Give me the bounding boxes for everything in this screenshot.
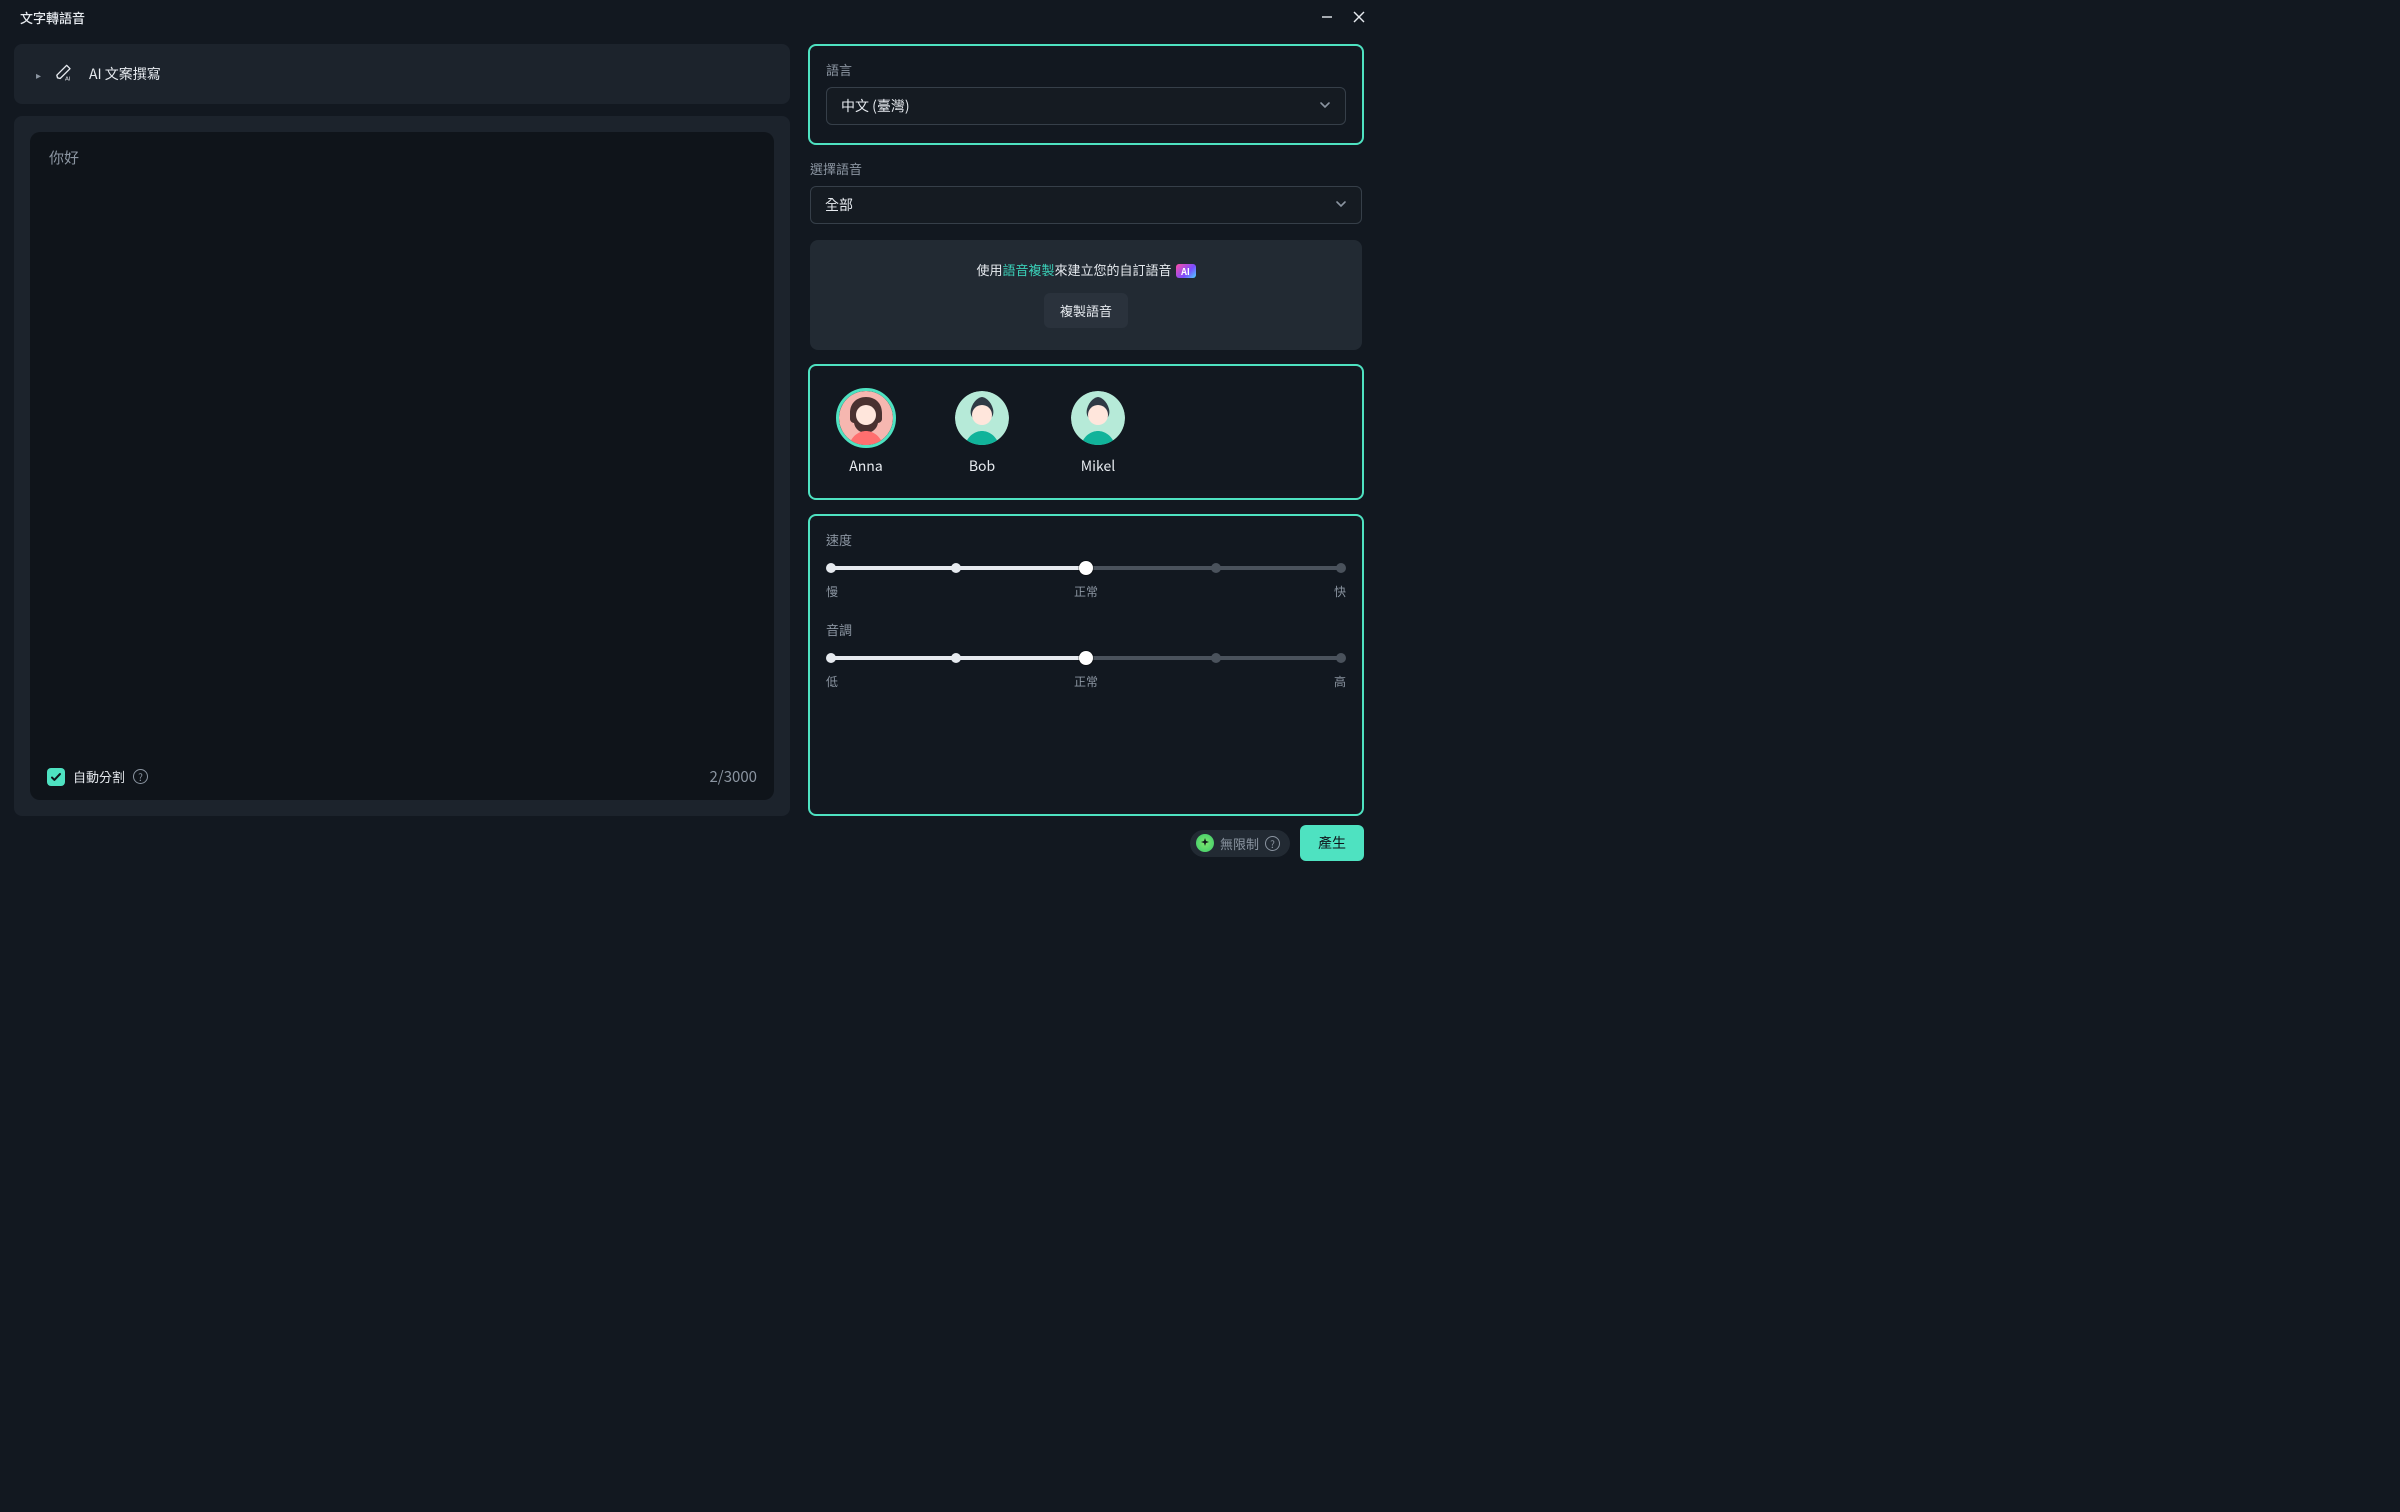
- help-icon[interactable]: ?: [1265, 836, 1280, 851]
- window-title: 文字轉語音: [20, 8, 85, 27]
- language-group: 語言 中文 (臺灣): [808, 44, 1364, 145]
- generate-button[interactable]: 產生: [1300, 825, 1364, 861]
- svg-text:AI: AI: [65, 76, 71, 82]
- speed-mid: 正常: [1074, 583, 1098, 600]
- voice-clone-link[interactable]: 語音複製: [1002, 260, 1054, 279]
- pitch-max: 高: [1334, 673, 1346, 690]
- pen-ai-icon: AI: [55, 62, 75, 87]
- avatar: [839, 391, 893, 445]
- ai-badge: AI: [1176, 264, 1196, 278]
- pitch-mid: 正常: [1074, 673, 1098, 690]
- voice-filter-select[interactable]: 全部: [810, 186, 1362, 224]
- unlimited-label: 無限制: [1220, 834, 1259, 853]
- language-select[interactable]: 中文 (臺灣): [826, 87, 1346, 125]
- voice-name: Anna: [849, 456, 882, 476]
- star-icon: [1196, 834, 1214, 852]
- speed-min: 慢: [826, 583, 838, 600]
- text-input-panel: 自動分割 ? 2/3000: [14, 116, 790, 816]
- speed-slider[interactable]: [826, 557, 1346, 579]
- ai-copywriting-label: AI 文案撰寫: [89, 64, 161, 84]
- voice-filter-label: 選擇語音: [810, 159, 1362, 178]
- chevron-down-icon: [1335, 195, 1347, 215]
- speed-label: 速度: [826, 530, 1346, 549]
- speed-max: 快: [1334, 583, 1346, 600]
- voice-filter-group: 選擇語音 全部 使用語音複製來建立您的自訂語音AI 複製語音: [808, 159, 1364, 350]
- pitch-label: 音調: [826, 620, 1346, 639]
- voice-list-group: Anna Bob: [808, 364, 1364, 500]
- expand-icon: ▸: [36, 67, 41, 82]
- pitch-min: 低: [826, 673, 838, 690]
- voice-clone-box: 使用語音複製來建立您的自訂語音AI 複製語音: [810, 240, 1362, 350]
- close-button[interactable]: [1352, 10, 1366, 24]
- char-count: 2/3000: [709, 766, 757, 787]
- voice-filter-value: 全部: [825, 195, 853, 215]
- language-value: 中文 (臺灣): [841, 96, 910, 116]
- avatar: [1071, 391, 1125, 445]
- minimize-button[interactable]: [1320, 10, 1334, 24]
- voice-clone-text: 使用語音複製來建立您的自訂語音AI: [976, 260, 1195, 279]
- pitch-slider[interactable]: [826, 647, 1346, 669]
- help-icon[interactable]: ?: [133, 769, 148, 784]
- voice-option-anna[interactable]: Anna: [836, 388, 896, 476]
- voice-name: Bob: [969, 456, 995, 476]
- text-input[interactable]: [47, 145, 757, 756]
- params-group: 速度 慢 正常 快: [808, 514, 1364, 816]
- voice-option-mikel[interactable]: Mikel: [1068, 388, 1128, 476]
- avatar: [955, 391, 1009, 445]
- clone-voice-button[interactable]: 複製語音: [1044, 293, 1128, 328]
- auto-split-checkbox[interactable]: [47, 768, 65, 786]
- auto-split-label: 自動分割: [73, 767, 125, 786]
- unlimited-pill[interactable]: 無限制 ?: [1190, 830, 1290, 857]
- chevron-down-icon: [1319, 96, 1331, 116]
- language-label: 語言: [826, 60, 1346, 79]
- voice-option-bob[interactable]: Bob: [952, 388, 1012, 476]
- voice-name: Mikel: [1081, 456, 1115, 476]
- ai-copywriting-row[interactable]: ▸ AI AI 文案撰寫: [14, 44, 790, 104]
